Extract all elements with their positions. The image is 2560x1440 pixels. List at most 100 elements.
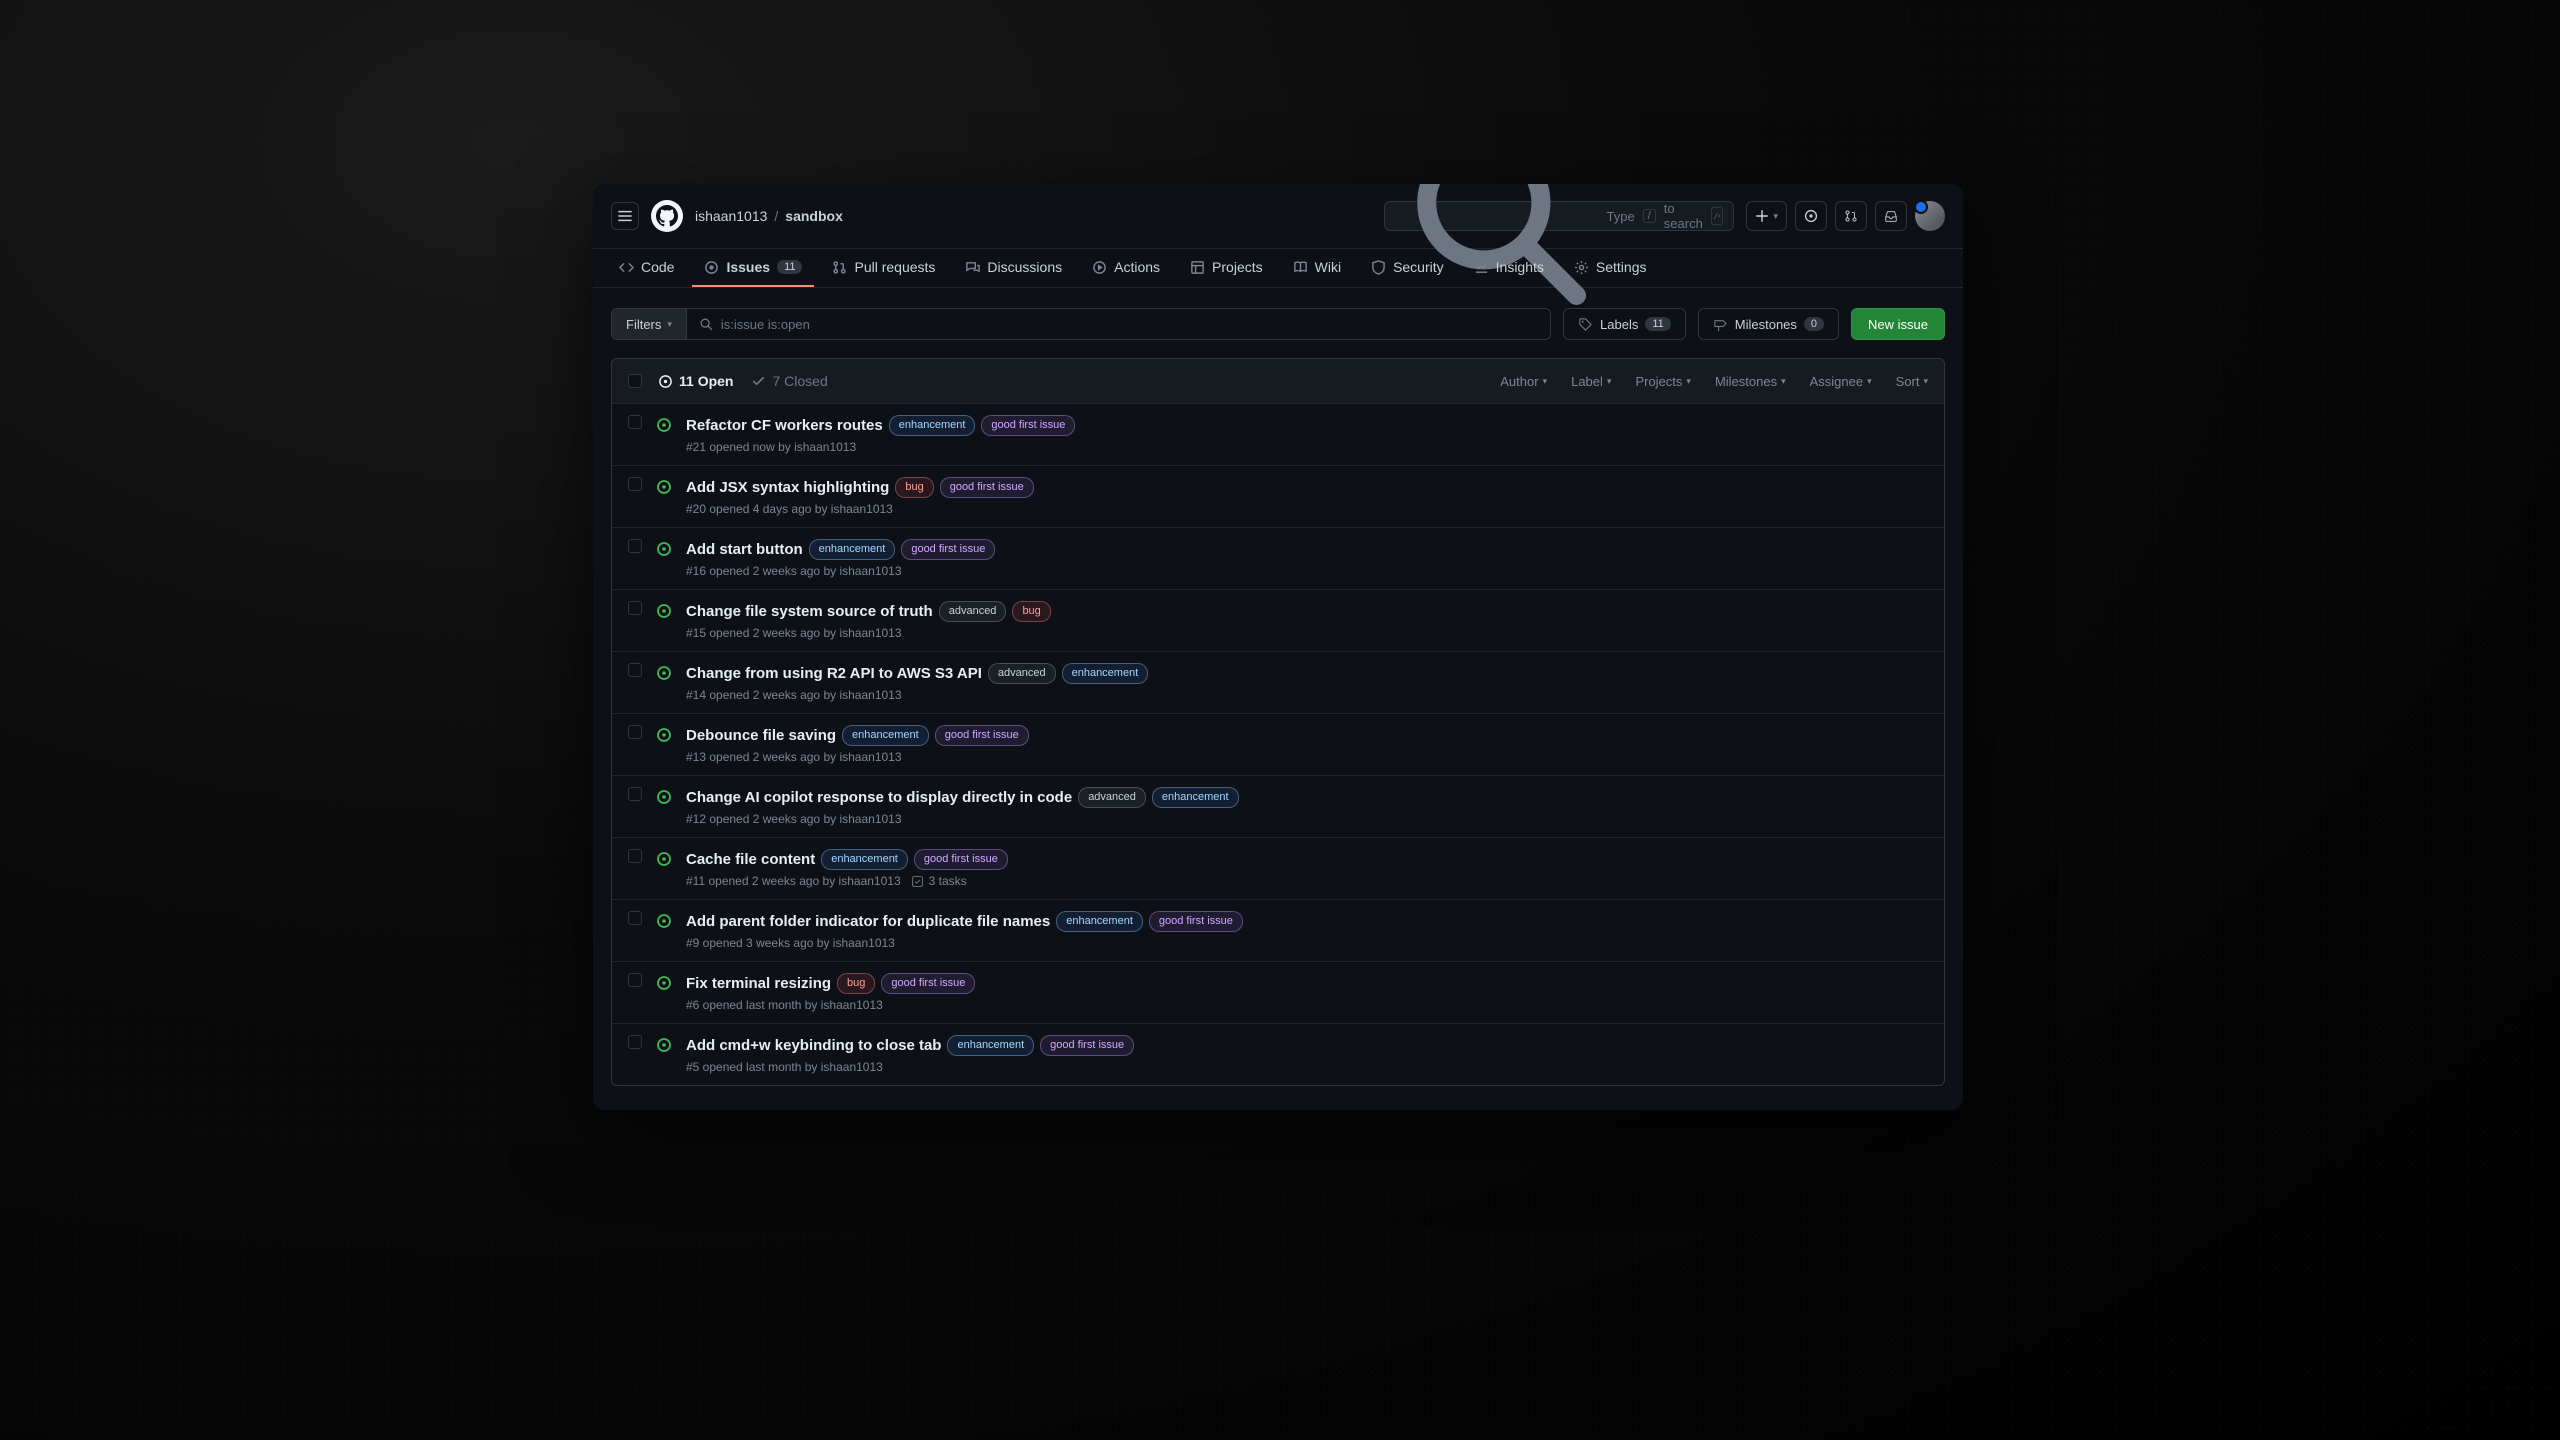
issue-checkbox[interactable] — [628, 415, 642, 429]
label-good_first_issue[interactable]: good first issue — [1149, 911, 1243, 932]
issue-title[interactable]: Add cmd+w keybinding to close tab — [686, 1037, 941, 1054]
label-enhancement[interactable]: enhancement — [1056, 911, 1143, 932]
label-enhancement[interactable]: enhancement — [1152, 787, 1239, 808]
menu-button[interactable] — [611, 202, 639, 230]
new-issue-button[interactable]: New issue — [1851, 308, 1945, 340]
tab-code[interactable]: Code — [607, 249, 686, 287]
issue-row[interactable]: Add start button enhancementgood first is… — [612, 528, 1944, 590]
issue-row[interactable]: Change from using R2 API to AWS S3 API ad… — [612, 652, 1944, 714]
issue-body: Change AI copilot response to display di… — [686, 787, 1928, 826]
label-bug[interactable]: bug — [837, 973, 875, 994]
notifications-button[interactable] — [1875, 201, 1907, 231]
filter-sort[interactable]: Sort — [1896, 374, 1928, 389]
repo-link[interactable]: sandbox — [785, 208, 843, 224]
shield-icon — [1371, 260, 1386, 275]
issue-row[interactable]: Refactor CF workers routes enhancementgoo… — [612, 404, 1944, 466]
label-good_first_issue[interactable]: good first issue — [981, 415, 1075, 436]
label-enhancement[interactable]: enhancement — [821, 849, 908, 870]
label-good_first_issue[interactable]: good first issue — [940, 477, 1034, 498]
filter-assignee[interactable]: Assignee — [1810, 374, 1872, 389]
tab-issues[interactable]: Issues 11 — [692, 249, 814, 287]
label-bug[interactable]: bug — [1012, 601, 1050, 622]
tab-security[interactable]: Security — [1359, 249, 1456, 287]
label-enhancement[interactable]: enhancement — [1062, 663, 1149, 684]
issue-title[interactable]: Add JSX syntax highlighting — [686, 479, 889, 496]
tab-insights[interactable]: Insights — [1462, 249, 1556, 287]
label-advanced[interactable]: advanced — [1078, 787, 1146, 808]
issue-title[interactable]: Change file system source of truth — [686, 603, 933, 620]
label-good_first_issue[interactable]: good first issue — [881, 973, 975, 994]
issue-body: Add start button enhancementgood first is… — [686, 539, 1928, 578]
filter-author[interactable]: Author — [1500, 374, 1547, 389]
issue-title[interactable]: Refactor CF workers routes — [686, 417, 883, 434]
issue-title[interactable]: Add start button — [686, 541, 803, 558]
tab-wiki[interactable]: Wiki — [1281, 249, 1353, 287]
label-advanced[interactable]: advanced — [988, 663, 1056, 684]
issue-checkbox[interactable] — [628, 1035, 642, 1049]
issue-row[interactable]: Change AI copilot response to display di… — [612, 776, 1944, 838]
issue-row[interactable]: Debounce file saving enhancement good firs… — [612, 714, 1944, 776]
tab-pull-requests[interactable]: Pull requests — [820, 249, 947, 287]
issue-checkbox[interactable] — [628, 787, 642, 801]
issue-open-icon — [656, 541, 672, 557]
open-tab[interactable]: 11 Open — [658, 373, 733, 389]
hamburger-icon — [618, 209, 632, 223]
label-advanced[interactable]: advanced — [939, 601, 1007, 622]
issue-checkbox[interactable] — [628, 725, 642, 739]
issue-row[interactable]: Change file system source of truth advanc… — [612, 590, 1944, 652]
issue-checkbox[interactable] — [628, 911, 642, 925]
labels-button[interactable]: Labels 11 — [1563, 308, 1686, 340]
milestones-label: Milestones — [1735, 317, 1797, 332]
tab-label: Issues — [726, 259, 770, 275]
create-new-button[interactable]: ▾ — [1746, 201, 1787, 231]
pull-requests-tray-button[interactable] — [1835, 201, 1867, 231]
filter-projects[interactable]: Projects — [1635, 374, 1691, 389]
label-enhancement[interactable]: enhancement — [809, 539, 896, 560]
label-enhancement[interactable]: enhancement — [889, 415, 976, 436]
filter-label[interactable]: Label — [1571, 374, 1611, 389]
label-bug[interactable]: bug — [895, 477, 933, 498]
filter-milestones[interactable]: Milestones — [1715, 374, 1786, 389]
label-good_first_issue[interactable]: good first issue — [901, 539, 995, 560]
label-good_first_issue[interactable]: good first issue — [914, 849, 1008, 870]
issue-body: Debounce file saving enhancement good firs… — [686, 725, 1928, 764]
issue-checkbox[interactable] — [628, 601, 642, 615]
label-enhancement[interactable]: enhancement — [842, 725, 929, 746]
label-good_first_issue[interactable]: good first issue — [935, 725, 1029, 746]
issue-title[interactable]: Fix terminal resizing — [686, 975, 831, 992]
filters-button[interactable]: Filters ▾ — [611, 308, 687, 340]
issue-title[interactable]: Add parent folder indicator for duplicat… — [686, 913, 1050, 930]
issue-row[interactable]: Fix terminal resizing bug good first issue… — [612, 962, 1944, 1024]
issue-row[interactable]: Cache file content enhancement good first … — [612, 838, 1944, 900]
label-good_first_issue[interactable]: good first issue — [1040, 1035, 1134, 1056]
issue-row[interactable]: Add cmd+w keybinding to close tab enhance… — [612, 1024, 1944, 1085]
issue-title[interactable]: Cache file content — [686, 851, 815, 868]
tab-discussions[interactable]: Discussions — [953, 249, 1074, 287]
tasks-indicator: 3 tasks — [911, 874, 967, 888]
issue-title[interactable]: Debounce file saving — [686, 727, 836, 744]
issue-checkbox[interactable] — [628, 477, 642, 491]
github-logo[interactable] — [651, 200, 683, 232]
milestones-button[interactable]: Milestones 0 — [1698, 308, 1839, 340]
select-all-checkbox[interactable] — [628, 374, 642, 388]
issue-row[interactable]: Add JSX syntax highlighting bug good first… — [612, 466, 1944, 528]
closed-tab[interactable]: 7 Closed — [751, 373, 827, 389]
issue-row[interactable]: Add parent folder indicator for duplicat… — [612, 900, 1944, 962]
issue-checkbox[interactable] — [628, 663, 642, 677]
issue-title[interactable]: Change from using R2 API to AWS S3 API — [686, 665, 982, 682]
issue-checkbox[interactable] — [628, 539, 642, 553]
tab-settings[interactable]: Settings — [1562, 249, 1659, 287]
issues-search-input[interactable]: is:issue is:open — [687, 308, 1551, 340]
tab-actions[interactable]: Actions — [1080, 249, 1172, 287]
global-search[interactable]: Type / to search — [1384, 201, 1734, 231]
user-avatar[interactable] — [1915, 201, 1945, 231]
issue-checkbox[interactable] — [628, 849, 642, 863]
tab-projects[interactable]: Projects — [1178, 249, 1275, 287]
issue-checkbox[interactable] — [628, 973, 642, 987]
owner-link[interactable]: ishaan1013 — [695, 208, 767, 224]
topbar-actions: ▾ — [1746, 201, 1945, 231]
issues-tray-button[interactable] — [1795, 201, 1827, 231]
tab-label: Settings — [1596, 259, 1647, 275]
label-enhancement[interactable]: enhancement — [947, 1035, 1034, 1056]
issue-title[interactable]: Change AI copilot response to display di… — [686, 789, 1072, 806]
